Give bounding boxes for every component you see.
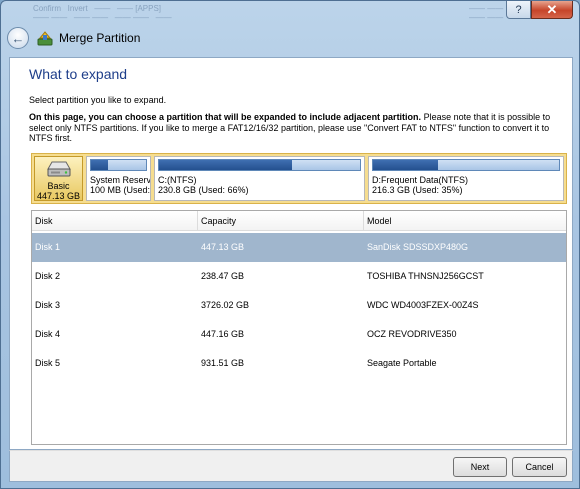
partition-name: C:(NTFS) (158, 175, 197, 185)
partition-name: System Reserv (90, 175, 151, 185)
back-arrow-icon: ← (11, 30, 25, 46)
partition-info: 100 MB (Used: (90, 185, 151, 195)
disk-list-table: Disk Capacity Model Disk 1 447.13 GB San… (31, 210, 567, 445)
title-bar: ← Merge Partition (7, 25, 573, 51)
partition-usage-fill (373, 160, 439, 170)
cell-disk: Disk 3 (35, 300, 61, 310)
cell-capacity: 238.47 GB (201, 271, 245, 281)
table-row[interactable]: Disk 2 238.47 GB TOSHIBA THNSNJ256GCST (32, 262, 566, 291)
cell-model: SanDisk SDSSDXP480G (367, 242, 469, 252)
help-button[interactable]: ? (506, 1, 531, 19)
partition-usage-fill (91, 160, 108, 170)
partition-d[interactable]: D:Frequent Data(NTFS) 216.3 GB (Used: 35… (368, 156, 564, 201)
cell-capacity: 3726.02 GB (201, 300, 250, 310)
page-subheading: Select partition you like to expand. (29, 95, 167, 105)
partition-usage-bar (158, 159, 361, 171)
window-controls: ? ✕ (506, 1, 573, 19)
table-row[interactable]: Disk 4 447.16 GB OCZ REVODRIVE350 (32, 320, 566, 349)
partition-name: D:Frequent Data(NTFS) (372, 175, 469, 185)
description-bold: On this page, you can choose a partition… (29, 112, 422, 122)
background-window-text: Confirm Invert —— —— [APPS] —— —— —— —— … (33, 4, 172, 22)
cell-model: Seagate Portable (367, 358, 437, 368)
cell-disk: Disk 4 (35, 329, 61, 339)
merge-partition-window: Confirm Invert —— —— [APPS] —— —— —— —— … (0, 0, 580, 489)
table-row[interactable]: Disk 3 3726.02 GB WDC WD4003FZEX-00Z4S (32, 291, 566, 320)
cell-model: WDC WD4003FZEX-00Z4S (367, 300, 479, 310)
cancel-button[interactable]: Cancel (512, 457, 567, 477)
disk-type: Basic (47, 181, 70, 191)
disk-map: Basic 447.13 GB System Reserv 100 MB (Us… (31, 153, 567, 204)
cell-disk: Disk 1 (35, 242, 61, 252)
back-button[interactable]: ← (7, 27, 29, 49)
partition-usage-bar (372, 159, 560, 171)
table-header: Disk Capacity Model (32, 211, 566, 231)
close-button[interactable]: ✕ (531, 1, 573, 19)
table-row[interactable]: Disk 5 931.51 GB Seagate Portable (32, 349, 566, 378)
column-header-capacity[interactable]: Capacity (198, 211, 364, 231)
cell-disk: Disk 2 (35, 271, 61, 281)
table-row[interactable]: Disk 1 447.13 GB SanDisk SDSSDXP480G (32, 233, 566, 262)
wizard-content: What to expand Select partition you like… (9, 57, 573, 450)
next-button[interactable]: Next (453, 457, 507, 477)
wizard-footer: Next Cancel (9, 450, 573, 482)
page-description: On this page, you can choose a partition… (29, 112, 559, 144)
partition-usage-bar (90, 159, 147, 171)
cell-capacity: 447.16 GB (201, 329, 245, 339)
hard-drive-icon (47, 161, 71, 177)
column-header-model[interactable]: Model (364, 211, 567, 231)
disk-size: 447.13 GB (36, 191, 81, 201)
partition-system-reserved[interactable]: System Reserv 100 MB (Used: (86, 156, 151, 201)
cell-capacity: 447.13 GB (201, 242, 245, 252)
partition-info: 230.8 GB (Used: 66%) (158, 185, 249, 195)
window-title: Merge Partition (59, 31, 141, 45)
partition-info: 216.3 GB (Used: 35%) (372, 185, 463, 195)
cell-model: TOSHIBA THNSNJ256GCST (367, 271, 484, 281)
partition-c[interactable]: C:(NTFS) 230.8 GB (Used: 66%) (154, 156, 365, 201)
disk-summary[interactable]: Basic 447.13 GB (34, 156, 83, 201)
column-header-disk[interactable]: Disk (32, 211, 198, 231)
partition-usage-fill (159, 160, 292, 170)
cell-disk: Disk 5 (35, 358, 61, 368)
merge-partition-icon (37, 30, 53, 46)
page-heading: What to expand (29, 66, 128, 82)
cell-capacity: 931.51 GB (201, 358, 245, 368)
cell-model: OCZ REVODRIVE350 (367, 329, 457, 339)
